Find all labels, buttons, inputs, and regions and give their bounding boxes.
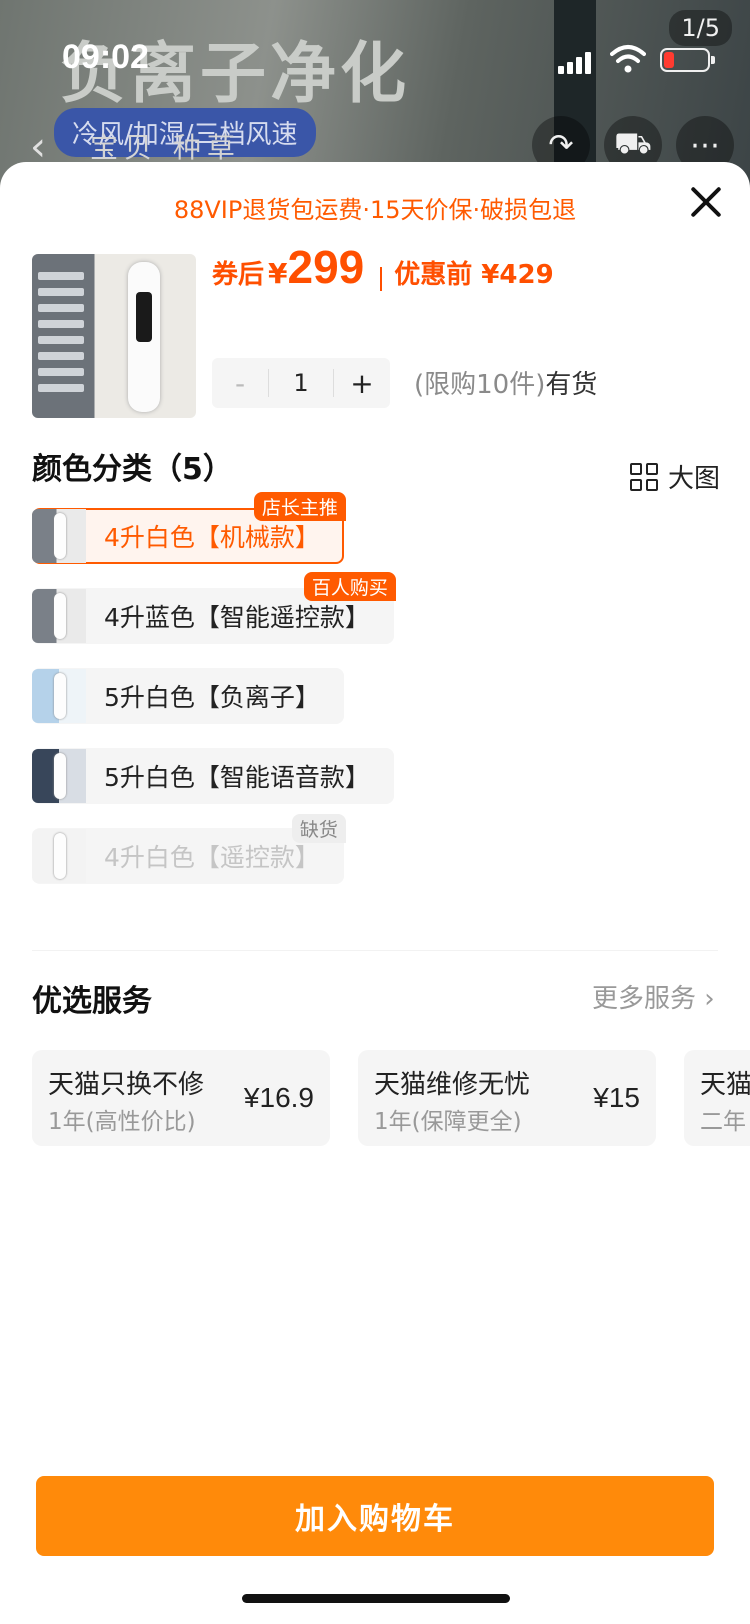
battery-icon xyxy=(660,48,715,72)
color-option-4l-blue-remote[interactable]: 4升蓝色【智能遥控款】 百人购买 xyxy=(32,572,396,644)
status-time: 09:02 xyxy=(62,38,149,76)
option-thumbnail xyxy=(32,749,86,803)
service-card-repair-worry-free[interactable]: 天猫维修无忧 1年(保障更全) ¥15 xyxy=(358,1050,656,1146)
out-of-stock-badge: 缺货 xyxy=(291,814,346,843)
option-thumbnail xyxy=(32,669,86,723)
option-label: 5升白色【负离子】 xyxy=(104,683,320,712)
stock-status: 有货 xyxy=(545,370,598,400)
option-thumbnail xyxy=(32,589,86,643)
grid-icon xyxy=(630,462,658,491)
more-services-label: 更多服务 xyxy=(592,984,697,1014)
option-thumbnail xyxy=(32,829,86,883)
price-currency: ¥ xyxy=(268,257,288,290)
chevron-right-icon: › xyxy=(704,984,715,1014)
service-desc: 1年(保障更全) xyxy=(374,1109,522,1135)
home-indicator xyxy=(242,1594,510,1603)
price-value: 299 xyxy=(287,241,365,293)
product-thumbnail[interactable] xyxy=(32,254,196,418)
original-price: 优惠前 ¥429 xyxy=(394,260,554,290)
service-name: 天猫只换不修 xyxy=(48,1070,205,1100)
big-picture-label: 大图 xyxy=(668,464,721,494)
services-section-title: 优选服务 xyxy=(32,984,152,1019)
option-badge: 百人购买 xyxy=(303,572,396,601)
option-label: 4升白色【机械款】 xyxy=(104,523,320,552)
option-label: 5升白色【智能语音款】 xyxy=(104,763,370,792)
quantity-input[interactable]: 1 xyxy=(268,369,334,397)
service-name: 天猫 xyxy=(700,1070,750,1100)
service-desc: 二年 xyxy=(700,1109,746,1135)
wifi-icon xyxy=(610,45,646,73)
purchase-limit: (限购10件) xyxy=(414,370,546,400)
more-services-link[interactable]: 更多服务 › xyxy=(592,978,715,1015)
add-to-cart-button[interactable]: 加入购物车 xyxy=(36,1476,714,1556)
service-price: ¥16.9 xyxy=(243,1082,314,1113)
option-thumbnail xyxy=(32,509,86,563)
color-option-4l-white-mechanical[interactable]: 4升白色【机械款】 店长主推 xyxy=(32,492,346,564)
color-section-title: 颜色分类（5） xyxy=(32,452,233,487)
service-price: ¥15 xyxy=(593,1082,640,1113)
nav-tabs[interactable]: 宝贝 种草 xyxy=(90,126,241,166)
stock-note: (限购10件)有货 xyxy=(414,364,597,401)
status-bar: 09:02 xyxy=(0,0,750,110)
price-divider xyxy=(380,266,383,291)
option-label: 4升白色【遥控款】 xyxy=(104,843,320,872)
color-option-5l-white-anion[interactable]: 5升白色【负离子】 xyxy=(32,668,344,724)
color-option-4l-white-remote: 4升白色【遥控款】 缺货 xyxy=(32,814,346,884)
service-card-replace-only[interactable]: 天猫只换不修 1年(高性价比) ¥16.9 xyxy=(32,1050,330,1146)
big-picture-toggle[interactable]: 大图 xyxy=(630,458,720,495)
close-icon[interactable] xyxy=(686,182,726,222)
price-row: 券后 ¥299 优惠前 ¥429 xyxy=(212,240,554,294)
price-label: 券后 xyxy=(212,260,265,290)
promo-banner: 88VIP退货包运费·15天价保·破损包退 xyxy=(173,196,577,224)
sku-selector-sheet: 88VIP退货包运费·15天价保·破损包退 券后 ¥299 优惠前 ¥429 - 1… xyxy=(0,162,750,1624)
option-label: 4升蓝色【智能遥控款】 xyxy=(104,603,370,632)
quantity-stepper[interactable]: - 1 + xyxy=(212,358,390,408)
decrease-button[interactable]: - xyxy=(212,367,268,400)
color-option-5l-white-voice[interactable]: 5升白色【智能语音款】 xyxy=(32,748,394,804)
increase-button[interactable]: + xyxy=(334,367,390,400)
option-badge: 店长主推 xyxy=(253,492,346,521)
service-name: 天猫维修无忧 xyxy=(374,1070,531,1100)
signal-icon xyxy=(558,52,592,74)
section-divider xyxy=(32,950,718,951)
service-card-partial[interactable]: 天猫 二年 xyxy=(684,1050,750,1146)
service-desc: 1年(高性价比) xyxy=(48,1109,196,1135)
